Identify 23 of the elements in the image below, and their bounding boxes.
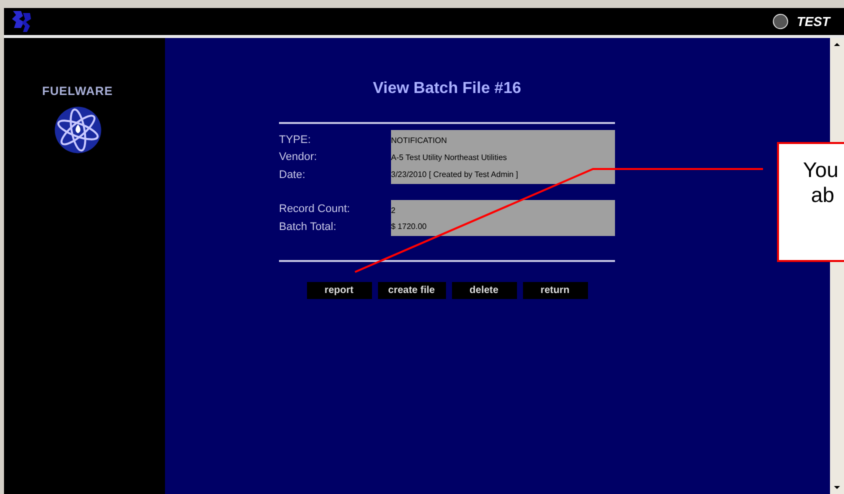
action-button[interactable]: create file bbox=[378, 282, 446, 298]
atom-logo-icon bbox=[54, 106, 102, 154]
field-label: Record Count: bbox=[279, 203, 351, 216]
field-label: Batch Total: bbox=[279, 220, 338, 233]
page-title: View Batch File #16 bbox=[372, 80, 522, 98]
field-label: TYPE: bbox=[279, 134, 312, 146]
callout-text: ab bbox=[811, 183, 834, 208]
field-label: Date: bbox=[279, 168, 306, 181]
field-value: NOTIFICATION bbox=[391, 130, 615, 150]
app-logo-icon bbox=[10, 8, 34, 34]
environment-label: TEST bbox=[796, 14, 830, 29]
action-button[interactable]: delete bbox=[452, 282, 516, 298]
field-value: 3/23/2010 [ Created by Test Admin ] bbox=[391, 166, 615, 184]
callout-text: You bbox=[803, 158, 838, 183]
action-button[interactable]: report bbox=[306, 282, 372, 298]
scroll-up-icon[interactable] bbox=[834, 43, 840, 46]
scroll-down-icon[interactable] bbox=[834, 486, 840, 489]
field-value: 2 bbox=[391, 200, 615, 219]
field-label: Vendor: bbox=[279, 151, 318, 164]
field-value: $ 1720.00 bbox=[391, 218, 615, 236]
brand-name: FUELWARE bbox=[42, 84, 113, 98]
action-button[interactable]: return bbox=[522, 282, 588, 298]
field-value: A-5 Test Utility Northeast Utilities bbox=[391, 148, 615, 166]
